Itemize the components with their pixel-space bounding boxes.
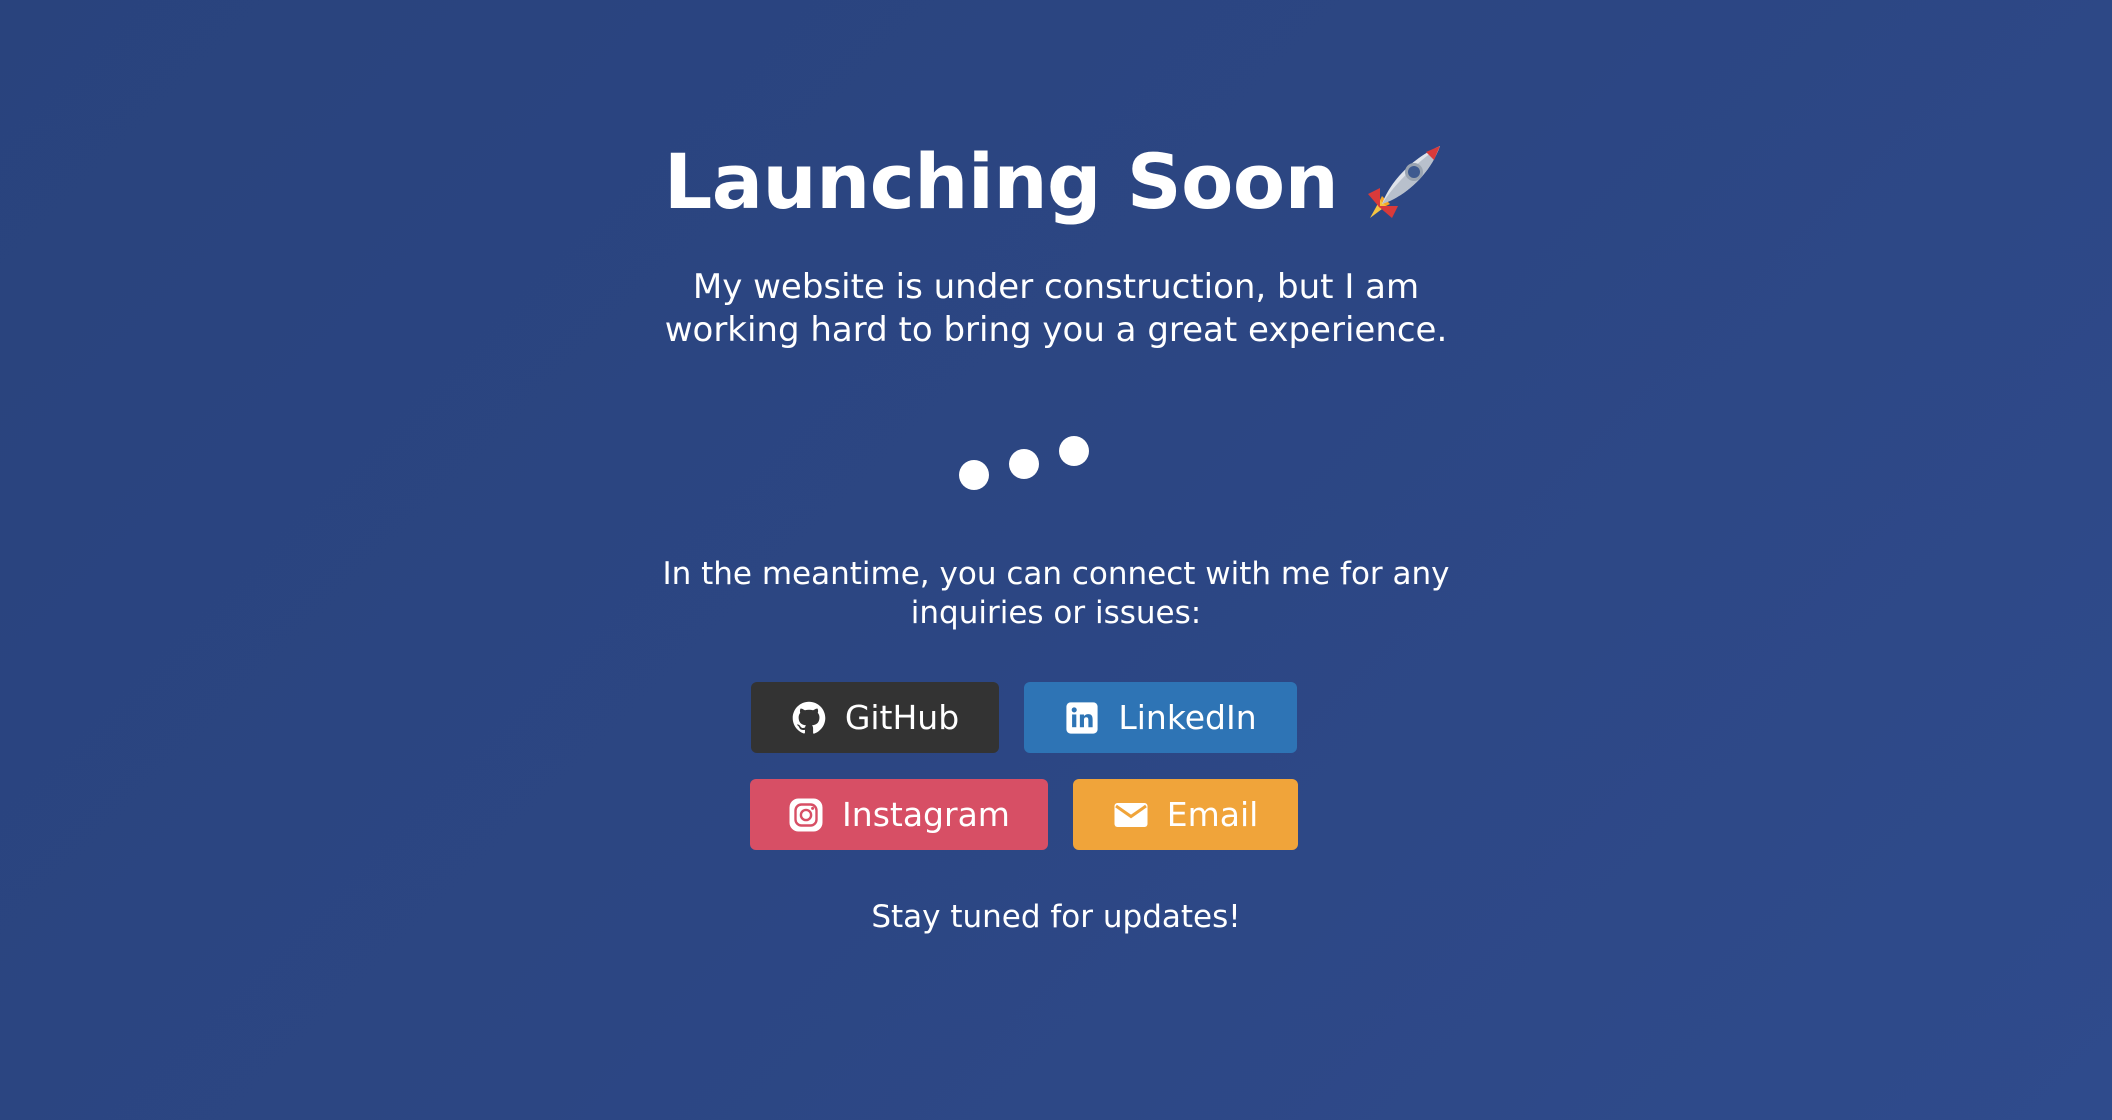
- instagram-icon: [788, 797, 824, 833]
- github-icon: [791, 700, 827, 736]
- github-label: GitHub: [844, 698, 960, 737]
- rocket-icon: [1360, 138, 1448, 226]
- connect-text: In the meantime, you can connect with me…: [662, 556, 1450, 631]
- linkedin-button[interactable]: LinkedIn: [1024, 682, 1297, 753]
- loading-dots: [956, 432, 1096, 492]
- github-button[interactable]: GitHub: [751, 682, 999, 753]
- page-title: Launching Soon: [663, 137, 1339, 226]
- instagram-button[interactable]: Instagram: [750, 779, 1048, 850]
- loading-dot: [1059, 436, 1089, 466]
- intro-text: My website is under construction, but I …: [664, 267, 1448, 350]
- title-row: Launching Soon: [0, 132, 2112, 232]
- instagram-label: Instagram: [842, 795, 1010, 834]
- linkedin-label: LinkedIn: [1118, 698, 1257, 737]
- email-button[interactable]: Email: [1073, 779, 1298, 850]
- mail-icon: [1113, 797, 1149, 833]
- page-container: Launching Soon My website is under const…: [0, 0, 2112, 1120]
- linkedin-icon: [1064, 700, 1100, 736]
- email-label: Email: [1166, 795, 1259, 834]
- loading-dot: [959, 460, 989, 490]
- footer-text: Stay tuned for updates!: [871, 899, 1241, 935]
- loading-dot: [1009, 449, 1039, 479]
